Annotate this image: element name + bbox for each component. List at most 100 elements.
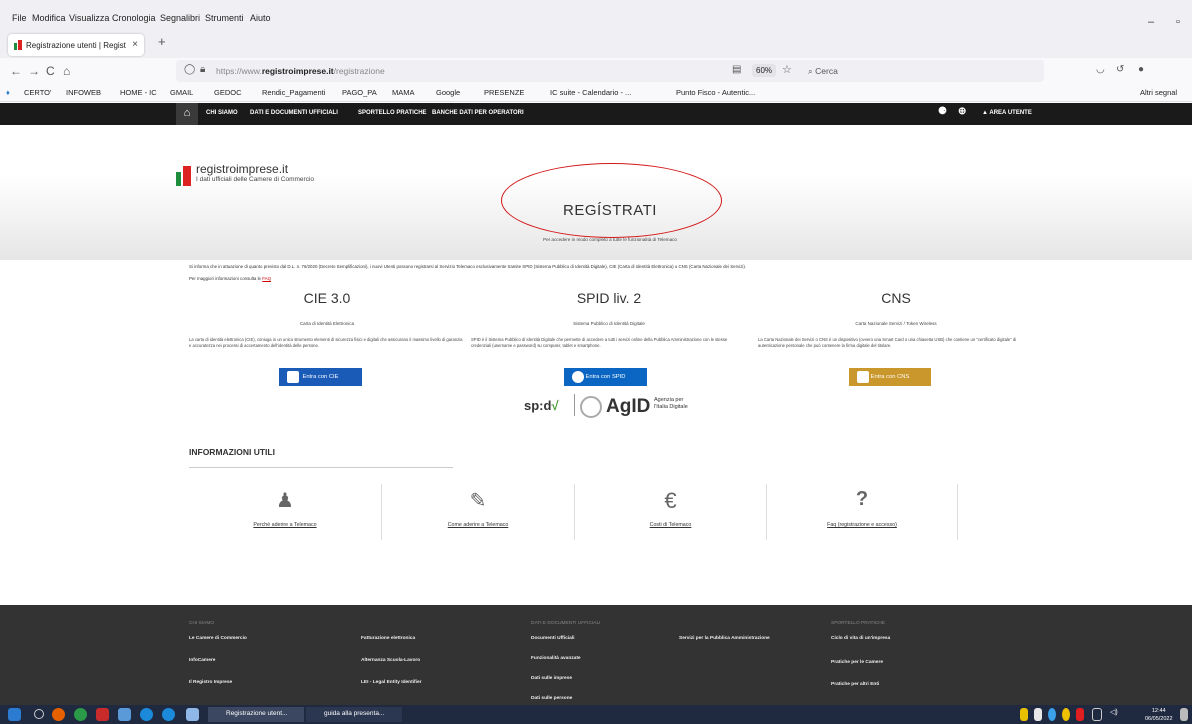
footer-link[interactable]: Il Registro Imprese (189, 680, 232, 685)
nav-area-utente[interactable]: ▲ AREA UTENTE (982, 110, 1032, 116)
menu-modifica[interactable]: Modifica (32, 13, 66, 23)
bookmark-other[interactable]: Altri segnal (1140, 88, 1177, 97)
card-label[interactable]: Come aderire a Telemaco (382, 522, 574, 528)
ie-icon[interactable] (140, 708, 153, 721)
bookmark-mama[interactable]: MAMA (392, 88, 415, 97)
footer-link[interactable]: Servizi per la Pubblica Amministrazione (679, 636, 770, 641)
bookmark-pin-icon[interactable]: ♦ (6, 88, 10, 97)
cie-login-button[interactable]: Entra con CIE (279, 368, 362, 386)
bookmark-gedoc[interactable]: GEDOC (214, 88, 242, 97)
nav-sportello[interactable]: SPORTELLO PRATICHE (358, 110, 427, 116)
card-faq[interactable]: ? Faq (registrazione e accesso) (767, 484, 958, 540)
card-label[interactable]: Faq (registrazione e accesso) (767, 522, 957, 528)
nav-dati-documenti[interactable]: DATI E DOCUMENTI UFFICIALI (250, 110, 338, 116)
nav-banche-dati[interactable]: BANCHE DATI PER OPERATORI (432, 110, 524, 116)
app-icon[interactable] (118, 708, 131, 721)
bookmark-ic-suite[interactable]: IC suite - Calendario - ... (550, 88, 631, 97)
nav-chi-siamo[interactable]: CHI SIAMO (206, 110, 238, 116)
card-costi[interactable]: € Costi di Telemaco (575, 484, 767, 540)
footer-link[interactable]: Pratiche per le Camere (831, 660, 883, 665)
site-home-icon[interactable]: ⌂ (176, 103, 198, 125)
menu-segnalibri[interactable]: Segnalibri (160, 13, 200, 23)
menu-cronologia[interactable]: Cronologia (112, 13, 156, 23)
menu-strumenti[interactable]: Strumenti (205, 13, 244, 23)
firefox-icon[interactable] (52, 708, 65, 721)
tray-icon[interactable] (1020, 708, 1028, 721)
tab-close-icon[interactable]: × (132, 39, 138, 50)
menu-file[interactable]: File (12, 13, 27, 23)
restore-button[interactable]: ▫ (1176, 16, 1180, 28)
card-label[interactable]: Perché aderire a Telemaco (189, 522, 381, 528)
site-footer: CHI SIAMO DATI E DOCUMENTI UFFICIALI SPO… (0, 605, 1192, 705)
bookmark-home-ic[interactable]: HOME - IC (120, 88, 157, 97)
url-bar[interactable]: ◯ 🔒︎ https://www.registroimprese.it/regi… (176, 60, 1044, 82)
tray-icon[interactable] (1048, 708, 1056, 721)
bookmark-google[interactable]: Google (436, 88, 460, 97)
bookmark-infoweb[interactable]: INFOWEB (66, 88, 101, 97)
footer-link[interactable]: InfoCamere (189, 658, 215, 663)
footer-link[interactable]: Dati sulle persone (531, 696, 572, 701)
reader-icon[interactable]: ▤ (732, 64, 741, 75)
app-icon[interactable] (96, 708, 109, 721)
url-text[interactable]: https://www.registroimprese.it/registraz… (216, 66, 385, 76)
search-box[interactable]: ⌕ Cerca (796, 62, 1044, 80)
bookmark-star-icon[interactable]: ☆ (782, 63, 792, 76)
taskbar-word-window[interactable]: guida alla presenta... (306, 707, 402, 722)
edge-icon[interactable] (162, 708, 175, 721)
method-title: CIE 3.0 (303, 290, 351, 306)
footer-link[interactable]: Dati sulle imprese (531, 676, 572, 681)
footer-link[interactable]: Le Camere di Commercio (189, 636, 247, 641)
footer-head-dati: DATI E DOCUMENTI UFFICIALI (531, 621, 601, 626)
tab-registrazione[interactable]: Registrazione utenti | Registro Imprese … (8, 34, 144, 56)
bookmark-punto-fisco[interactable]: Punto Fisco - Autentic... (676, 88, 755, 97)
card-perche-aderire[interactable]: ♟ Perché aderire a Telemaco (189, 484, 382, 540)
footer-link[interactable]: Alternanza Scuola-Lavoro (361, 658, 420, 663)
taskbar-firefox-window[interactable]: Registrazione utent... (208, 707, 304, 722)
chrome-icon[interactable] (74, 708, 87, 721)
notification-icon[interactable] (1180, 708, 1188, 721)
clock[interactable]: 12:44 06/05/2022 (1145, 707, 1173, 723)
footer-link[interactable]: Fatturazione elettronica (361, 636, 415, 641)
app-icon[interactable] (186, 708, 199, 721)
bookmark-pago-pa[interactable]: PAGO_PA (342, 88, 377, 97)
new-tab-button[interactable]: + (158, 34, 166, 49)
volume-icon[interactable]: ◁) (1110, 708, 1120, 721)
footer-link[interactable]: Pratiche per altri Enti (831, 682, 879, 687)
search-icon[interactable] (34, 709, 44, 719)
tray-icon[interactable] (1076, 708, 1084, 721)
tray-icon[interactable] (1062, 708, 1070, 721)
minimize-button[interactable]: – (1148, 16, 1154, 28)
card-come-aderire[interactable]: ✎ Come aderire a Telemaco (382, 484, 575, 540)
network-icon[interactable] (1092, 708, 1102, 721)
footer-link[interactable]: Ciclo di vita di un'impresa (831, 636, 890, 641)
cns-login-button[interactable]: Entra con CNS (849, 368, 931, 386)
history-icon[interactable]: ↺ (1116, 64, 1124, 75)
faq-link[interactable]: FAQ (262, 276, 271, 281)
start-icon[interactable] (8, 708, 21, 721)
reload-button[interactable]: C (46, 64, 55, 78)
info-notice: Si informa che in attuazione di quanto p… (189, 264, 747, 269)
pocket-icon[interactable]: ◡ (1096, 64, 1105, 75)
method-spid: SPID liv. 2 Sistema Pubblico di Identità… (471, 290, 747, 348)
bookmark-gmail[interactable]: GMAIL (170, 88, 193, 97)
footer-link[interactable]: LEI - Legal Entity Identifier (361, 680, 422, 685)
back-button[interactable]: ← (10, 64, 22, 78)
tray-icon[interactable] (1034, 708, 1042, 721)
card-label[interactable]: Costi di Telemaco (575, 522, 766, 528)
bookmark-certo[interactable]: CERTO' (24, 88, 51, 97)
menu-visualizza[interactable]: Visualizza (69, 13, 109, 23)
bookmark-presenze[interactable]: PRESENZE (484, 88, 524, 97)
home-button[interactable]: ⌂ (63, 64, 70, 78)
profile-icon[interactable]: ● (1138, 64, 1144, 75)
user-icon[interactable]: ⚈ (938, 106, 947, 117)
footer-link[interactable]: Funzionalità avanzate (531, 656, 581, 661)
method-subtitle: Carta di Identità Elettronica (299, 321, 355, 326)
menu-aiuto[interactable]: Aiuto (250, 13, 271, 23)
forward-button[interactable]: → (28, 64, 40, 78)
footer-link[interactable]: Documenti Ufficiali (531, 636, 574, 641)
bookmark-rendic[interactable]: Rendic_Pagamenti (262, 88, 325, 97)
useful-info-divider (189, 467, 453, 468)
zoom-level[interactable]: 60% (752, 64, 777, 77)
globe-icon[interactable]: ⊕ (958, 106, 966, 117)
spid-login-button[interactable]: Entra con SPID (564, 368, 647, 386)
